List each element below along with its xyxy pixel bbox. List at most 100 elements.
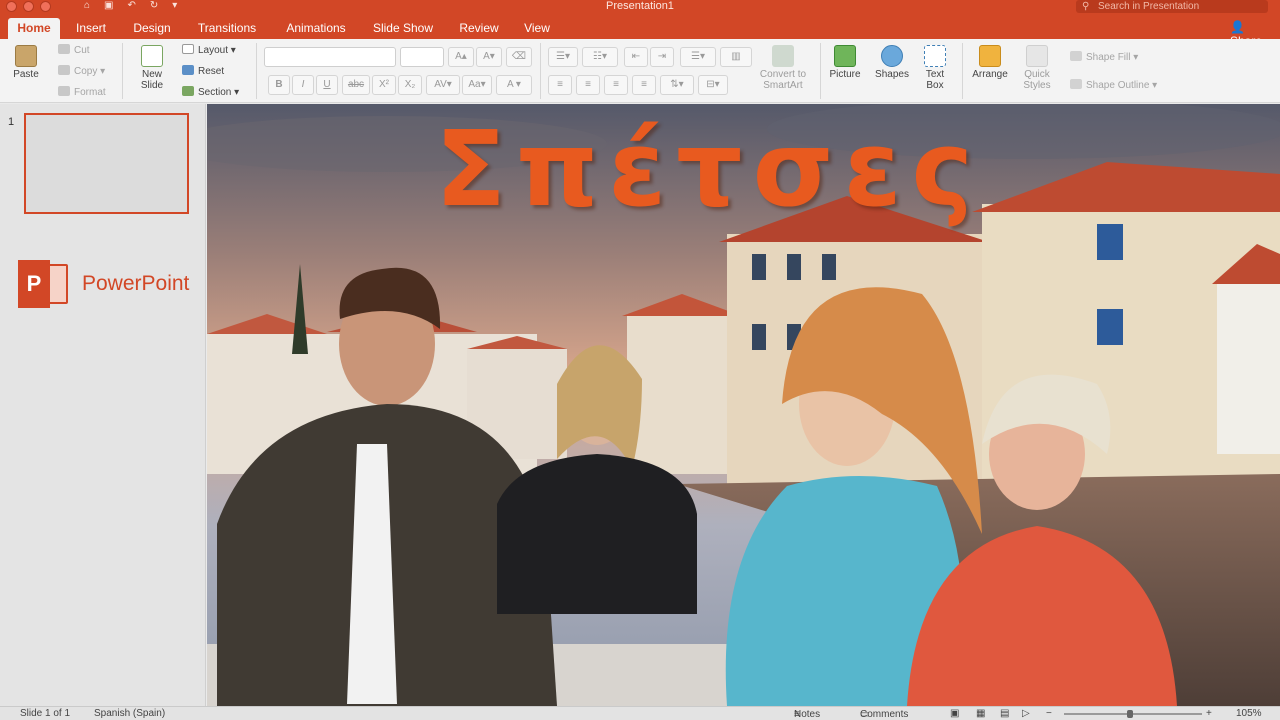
- zoom-level[interactable]: 105%: [1236, 708, 1262, 719]
- section-button[interactable]: Section ▾: [182, 86, 239, 98]
- quick-styles-label: Quick Styles: [1023, 69, 1051, 91]
- powerpoint-wordmark: PowerPoint: [82, 272, 190, 295]
- reset-icon: [182, 65, 194, 75]
- tab-view[interactable]: View: [516, 18, 558, 39]
- language-indicator[interactable]: Spanish (Spain): [94, 708, 165, 719]
- align-right-button[interactable]: ≡: [604, 75, 628, 95]
- arrange-icon: [979, 45, 1001, 67]
- underline-button[interactable]: U: [316, 75, 338, 95]
- comments-label: Comments: [860, 709, 909, 720]
- tab-transitions[interactable]: Transitions: [188, 18, 266, 39]
- slideshow-icon[interactable]: ▷: [1022, 708, 1030, 719]
- shape-outline-button[interactable]: Shape Outline ▾: [1070, 79, 1157, 91]
- convert-to-smartart-button[interactable]: Convert to SmartArt: [752, 45, 814, 91]
- notes-label: Notes: [794, 709, 821, 720]
- text-direction-button[interactable]: ⇅▾: [660, 75, 694, 95]
- copy-icon: [58, 65, 70, 75]
- search-field[interactable]: ⚲ Search in Presentation: [1076, 0, 1268, 13]
- decrease-indent-button[interactable]: ⇤: [624, 47, 648, 67]
- zoom-slider-handle[interactable]: [1127, 710, 1134, 718]
- font-size-select[interactable]: [400, 47, 444, 67]
- divider: [962, 43, 963, 99]
- tab-review[interactable]: Review: [452, 18, 506, 39]
- reset-button[interactable]: Reset: [182, 65, 224, 77]
- status-bar: Slide 1 of 1 Spanish (Spain) ≡ Notes ▭ C…: [0, 706, 1280, 720]
- tab-insert[interactable]: Insert: [66, 18, 116, 39]
- layout-label: Layout: [198, 45, 229, 56]
- clipboard-icon: [15, 45, 37, 67]
- paint-bucket-icon: [1070, 51, 1082, 61]
- line-spacing-button[interactable]: ☰▾: [680, 47, 716, 67]
- shapes-icon: [881, 45, 903, 67]
- subscript-button[interactable]: X₂: [398, 75, 422, 95]
- powerpoint-icon: P: [18, 260, 70, 308]
- normal-view-icon[interactable]: ▣: [950, 708, 959, 719]
- cut-button[interactable]: Cut: [58, 44, 90, 56]
- bullets-button[interactable]: ☰▾: [548, 47, 578, 67]
- font-name-select[interactable]: [264, 47, 396, 67]
- numbering-button[interactable]: ☷▾: [582, 47, 618, 67]
- text-box-icon: [924, 45, 946, 67]
- picture-label: Picture: [829, 69, 861, 80]
- divider: [256, 43, 257, 99]
- picture-button[interactable]: Picture: [826, 45, 864, 80]
- align-center-button[interactable]: ≡: [576, 75, 600, 95]
- shape-fill-button[interactable]: Shape Fill ▾: [1070, 51, 1138, 63]
- divider: [820, 43, 821, 99]
- layout-icon: [182, 44, 194, 54]
- align-left-button[interactable]: ≡: [548, 75, 572, 95]
- shape-outline-label: Shape Outline: [1086, 80, 1150, 91]
- decrease-font-size-button[interactable]: A▾: [476, 47, 502, 67]
- cut-label: Cut: [74, 45, 90, 56]
- new-slide-button[interactable]: New Slide: [130, 45, 174, 91]
- zoom-out-icon[interactable]: −: [1046, 708, 1052, 719]
- justify-button[interactable]: ≡: [632, 75, 656, 95]
- add-person-icon: 👤: [1230, 20, 1245, 34]
- strikethrough-button[interactable]: abc: [342, 75, 370, 95]
- quick-styles-button[interactable]: Quick Styles: [1016, 45, 1058, 91]
- convert-smartart-label: Convert to SmartArt: [759, 69, 807, 91]
- ribbon-home: Paste Cut Copy ▾ Format New Slide Layout…: [0, 39, 1280, 103]
- layout-button[interactable]: Layout ▾: [182, 44, 236, 56]
- text-box-label: Text Box: [925, 69, 945, 91]
- superscript-button[interactable]: X²: [372, 75, 396, 95]
- increase-indent-button[interactable]: ⇥: [650, 47, 674, 67]
- character-spacing-button[interactable]: AV▾: [426, 75, 460, 95]
- tab-home[interactable]: Home: [8, 18, 60, 39]
- title-bar: ⌂ ▣ ↶ ↻ ▾ Presentation1 ⚲ Search in Pres…: [0, 0, 1280, 14]
- search-placeholder: Search in Presentation: [1098, 1, 1200, 12]
- divider: [122, 43, 123, 99]
- change-case-button[interactable]: Aa▾: [462, 75, 492, 95]
- bold-button[interactable]: B: [268, 75, 290, 95]
- increase-font-size-button[interactable]: A▴: [448, 47, 474, 67]
- font-color-button[interactable]: A ▾: [496, 75, 532, 95]
- slide-title-text[interactable]: Σπέτσες: [435, 112, 983, 227]
- reset-label: Reset: [198, 66, 225, 77]
- paste-button[interactable]: Paste: [6, 45, 46, 80]
- tab-slide-show[interactable]: Slide Show: [366, 18, 440, 39]
- align-text-button[interactable]: ⊟▾: [698, 75, 728, 95]
- arrange-button[interactable]: Arrange: [968, 45, 1012, 80]
- slide-thumbnail[interactable]: [24, 113, 189, 214]
- scissors-icon: [58, 44, 70, 54]
- format-painter-button[interactable]: Format: [58, 86, 106, 98]
- slide-canvas[interactable]: Σπέτσες: [207, 104, 1280, 706]
- reading-view-icon[interactable]: ▤: [1000, 708, 1009, 719]
- slide-thumbnail-number: 1: [8, 116, 15, 128]
- divider: [540, 43, 541, 99]
- shapes-label: Shapes: [875, 69, 909, 80]
- tab-design[interactable]: Design: [124, 18, 180, 39]
- copy-button[interactable]: Copy ▾: [58, 65, 105, 77]
- tab-animations[interactable]: Animations: [276, 18, 356, 39]
- new-slide-icon: [141, 45, 163, 67]
- text-box-button[interactable]: Text Box: [918, 45, 952, 91]
- quick-styles-icon: [1026, 45, 1048, 67]
- columns-button[interactable]: ▥: [720, 47, 752, 67]
- brush-icon: [58, 86, 70, 96]
- clear-formatting-icon[interactable]: ⌫: [506, 47, 532, 67]
- slide-sorter-icon[interactable]: ▦: [976, 708, 985, 719]
- ribbon-tabs: Home Insert Design Transitions Animation…: [0, 14, 1280, 48]
- zoom-in-icon[interactable]: +: [1206, 708, 1212, 719]
- shapes-button[interactable]: Shapes: [872, 45, 912, 80]
- italic-button[interactable]: I: [292, 75, 314, 95]
